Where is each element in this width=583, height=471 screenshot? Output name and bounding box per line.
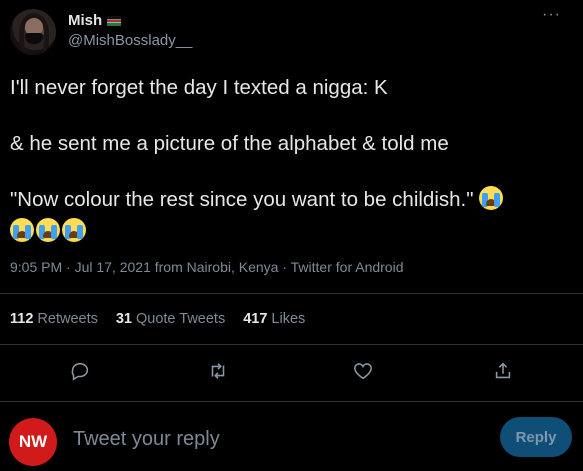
- kenya-flag-icon: [107, 15, 122, 26]
- author-handle[interactable]: @MishBosslady__: [68, 32, 192, 49]
- tweet-stats: 112 Retweets 31 Quote Tweets 417 Likes: [10, 311, 305, 327]
- more-horizontal-icon[interactable]: ···: [542, 6, 561, 24]
- author-avatar[interactable]: [10, 9, 56, 55]
- quotes-label: Quote Tweets: [136, 311, 226, 327]
- tweet-line-2: & he sent me a picture of the alphabet &…: [10, 132, 449, 155]
- tweet-line-3: "Now colour the rest since you want to b…: [10, 184, 570, 248]
- retweet-icon[interactable]: [205, 358, 231, 384]
- likes-stat[interactable]: 417 Likes: [243, 311, 305, 327]
- tweet-line-3-text: "Now colour the rest since you want to b…: [10, 188, 474, 211]
- like-icon[interactable]: [350, 358, 376, 384]
- divider: [0, 401, 583, 402]
- retweets-stat[interactable]: 112 Retweets: [10, 311, 98, 327]
- share-icon[interactable]: [490, 358, 516, 384]
- loudly-crying-face-icon: [479, 186, 504, 210]
- divider: [0, 344, 583, 345]
- reply-icon[interactable]: [67, 358, 93, 384]
- user-avatar[interactable]: NW: [9, 418, 57, 466]
- quotes-stat[interactable]: 31 Quote Tweets: [116, 311, 225, 327]
- tweet-text: I'll never forget the day I texted a nig…: [10, 72, 570, 248]
- loudly-crying-face-icon: [36, 218, 60, 242]
- author-name-text[interactable]: Mish: [68, 12, 102, 29]
- divider: [0, 293, 583, 294]
- likes-count: 417: [243, 311, 268, 327]
- quotes-count: 31: [115, 311, 132, 327]
- retweets-count: 112: [10, 311, 34, 327]
- retweets-label: Retweets: [37, 311, 98, 327]
- likes-label: Likes: [271, 311, 306, 327]
- reply-button[interactable]: Reply: [500, 417, 572, 457]
- loudly-crying-face-icon: [10, 218, 34, 242]
- reply-input[interactable]: [71, 427, 455, 452]
- tweet-meta[interactable]: 9:05 PM · Jul 17, 2021 from Nairobi, Ken…: [10, 259, 403, 275]
- loudly-crying-face-icon: [62, 218, 86, 242]
- tweet-line-1: I'll never forget the day I texted a nig…: [10, 76, 388, 99]
- author-name[interactable]: Mish: [68, 12, 122, 29]
